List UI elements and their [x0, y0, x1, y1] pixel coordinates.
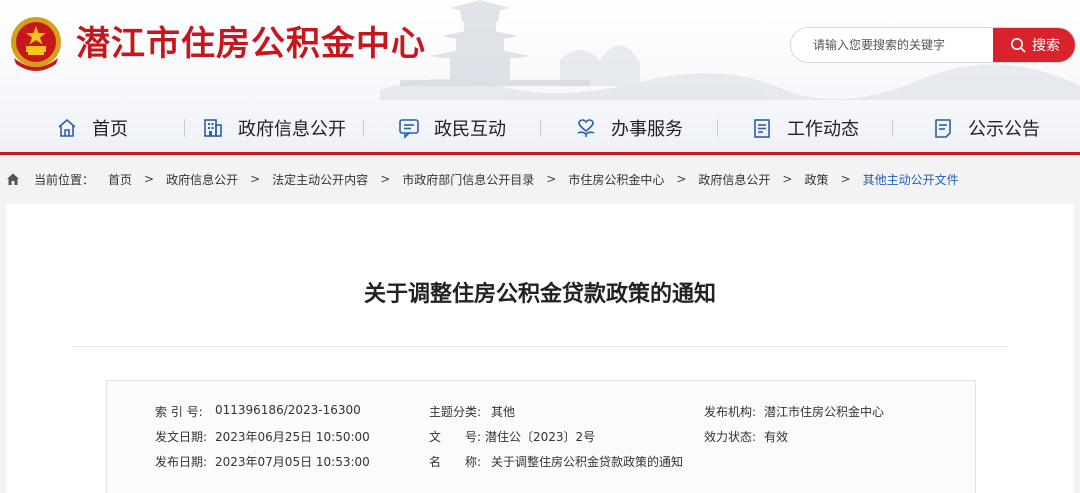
search-button-label: 搜索: [1032, 38, 1060, 54]
breadcrumb-item[interactable]: 市政府部门信息公开目录: [402, 171, 534, 188]
site-title: 潜江市住房公积金中心: [76, 24, 426, 64]
nav-item-label: 工作动态: [787, 119, 859, 140]
meta-doc-no: 文 号: 潜住公〔2023〕2号: [429, 428, 595, 445]
home-icon: [7, 173, 19, 185]
meta-label: 效力状态:: [704, 430, 757, 444]
breadcrumb-item[interactable]: 政府信息公开: [166, 171, 238, 188]
breadcrumb-separator: >: [782, 172, 793, 186]
search-icon: [1011, 38, 1026, 53]
main-nav: 首页 政府信息公开 政民互动 办事服务 工作动态 公示公告: [0, 106, 1080, 150]
meta-publish-date: 发布日期: 2023年07月05日 10:53:00: [155, 453, 370, 470]
meta-value: 潜江市住房公积金中心: [764, 405, 885, 419]
chat-icon: [399, 119, 419, 139]
meta-category: 主题分类: 其他: [429, 403, 515, 420]
breadcrumb-separator: >: [840, 172, 851, 186]
meta-label: 索 引 号:: [155, 405, 203, 419]
breadcrumb-item[interactable]: 市住房公积金中心: [568, 171, 664, 188]
nav-item-notices[interactable]: 公示公告: [893, 106, 1079, 150]
meta-value: 2023年06月25日 10:50:00: [215, 430, 370, 444]
breadcrumb-separator: >: [144, 172, 155, 186]
meta-row: 发文日期: 2023年06月25日 10:50:00 文 号: 潜住公〔2023…: [107, 428, 977, 448]
nav-item-services[interactable]: 办事服务: [541, 106, 717, 150]
meta-label: 主题分类:: [429, 405, 482, 419]
search-button[interactable]: 搜索: [993, 28, 1075, 62]
breadcrumb-item[interactable]: 政策: [804, 171, 828, 188]
breadcrumb-item[interactable]: 首页: [108, 171, 132, 188]
nav-item-label: 公示公告: [968, 119, 1040, 140]
nav-item-label: 政府信息公开: [238, 119, 346, 140]
breadcrumb-separator: >: [676, 172, 687, 186]
breadcrumb-separator: >: [250, 172, 261, 186]
meta-row: 发布日期: 2023年07月05日 10:53:00 名 称: 关于调整住房公积…: [107, 453, 977, 473]
meta-value: 有效: [764, 430, 789, 444]
breadcrumb-item[interactable]: 政府信息公开: [698, 171, 770, 188]
heart-hand-icon: [577, 119, 595, 137]
meta-index-no: 索 引 号: 011396186/2023-16300: [155, 403, 361, 420]
meta-row: 索 引 号: 011396186/2023-16300 主题分类: 其他 发布机…: [107, 403, 977, 423]
home-icon: [58, 119, 76, 137]
breadcrumb-separator: >: [380, 172, 391, 186]
breadcrumb-separator: >: [546, 172, 557, 186]
nav-item-label: 首页: [92, 119, 128, 140]
national-emblem-icon: [11, 17, 61, 71]
breadcrumb-current[interactable]: 其他主动公开文件: [863, 171, 959, 188]
meta-value: 关于调整住房公积金贷款政策的通知: [491, 455, 684, 469]
nav-item-interaction[interactable]: 政民互动: [364, 106, 540, 150]
nav-item-label: 办事服务: [611, 119, 683, 140]
meta-issue-date: 发文日期: 2023年06月25日 10:50:00: [155, 428, 370, 445]
meta-label: 名 称:: [429, 455, 482, 469]
meta-label: 发文日期:: [155, 430, 208, 444]
meta-status: 效力状态: 有效: [704, 428, 788, 445]
meta-label: 文 号:: [429, 430, 482, 444]
header-divider: [0, 152, 1080, 155]
building-icon: [204, 119, 222, 137]
nav-item-work-news[interactable]: 工作动态: [718, 106, 892, 150]
document-meta-box: 索 引 号: 011396186/2023-16300 主题分类: 其他 发布机…: [106, 380, 976, 493]
meta-value: 其他: [491, 405, 516, 419]
search-input[interactable]: [791, 28, 995, 62]
meta-publisher: 发布机构: 潜江市住房公积金中心: [704, 403, 884, 420]
article-title: 关于调整住房公积金贷款政策的通知: [363, 282, 716, 307]
title-divider: [72, 346, 1008, 347]
document-list-icon: [754, 119, 770, 138]
nav-item-gov-info[interactable]: 政府信息公开: [185, 106, 363, 150]
breadcrumb: 当前位置： 首页 > 政府信息公开 > 法定主动公开内容 > 市政府部门信息公开…: [0, 163, 1080, 195]
meta-value: 潜住公〔2023〕2号: [485, 430, 596, 444]
nav-item-home[interactable]: 首页: [0, 106, 184, 150]
site-header: 潜江市住房公积金中心 搜索 首页: [0, 0, 1080, 155]
meta-label: 发布机构:: [704, 405, 757, 419]
search-box: 搜索: [790, 27, 1076, 63]
meta-value: 2023年07月05日 10:53:00: [215, 455, 370, 469]
meta-name: 名 称: 关于调整住房公积金贷款政策的通知: [429, 453, 683, 470]
article-panel: 关于调整住房公积金贷款政策的通知 索 引 号: 011396186/2023-1…: [6, 204, 1074, 493]
meta-value: 011396186/2023-16300: [215, 403, 361, 417]
nav-item-label: 政民互动: [434, 119, 506, 140]
breadcrumb-item[interactable]: 法定主动公开内容: [272, 171, 368, 188]
meta-label: 发布日期:: [155, 455, 208, 469]
breadcrumb-lead: 当前位置：: [34, 172, 95, 187]
notice-icon: [935, 119, 951, 138]
